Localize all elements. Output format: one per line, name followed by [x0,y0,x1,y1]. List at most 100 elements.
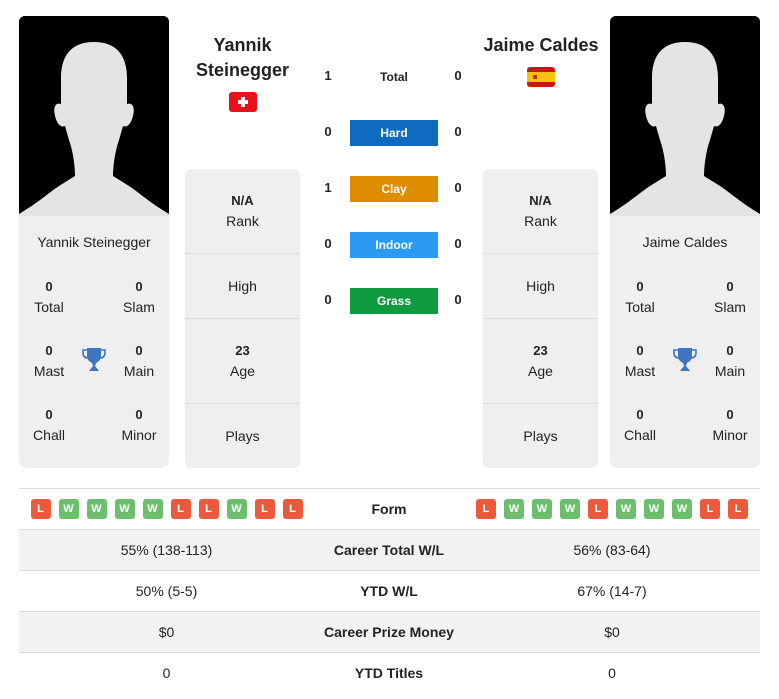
player1-score: 1 [324,68,332,83]
value: 0 [45,407,53,422]
player1-first-name: Yannik [213,35,272,55]
value: 0 [45,279,53,294]
comparison-table: LWWWWLLWLL Form LWWWLWWWLL 55% (138-113)… [19,488,760,693]
form-label: Form [371,501,407,517]
form-win-badge[interactable]: W [672,499,692,519]
value: 0 [45,343,53,358]
form-loss-badge[interactable]: L [588,499,608,519]
player1-titles-card: Yannik Steinegger 0 Total 0 Slam 0 Mast 0 Ma… [19,216,169,468]
form-loss-badge[interactable]: L [254,499,275,519]
form-row: LWWWWLLWLL Form LWWWLWWWLL [19,488,760,529]
form-win-badge[interactable]: W [226,499,247,519]
value: 23 [533,343,548,358]
player2-value: 0 [608,665,616,681]
player2-challenger-titles: 0 Chall [610,405,670,445]
h2h-hard-row: 0 Hard 0 [310,120,475,146]
form-loss-badge[interactable]: L [170,499,191,519]
player1-profile-stats: N/A Rank High 23 Age Plays [185,169,300,468]
h2h-grass-row: 0 Grass 0 [310,288,475,314]
form-win-badge[interactable]: W [58,499,79,519]
player2-titles-card: Jaime Caldes 0 Total 0 Slam 0 Mast 0 Main 0 C… [610,216,760,468]
value: 0 [726,343,734,358]
label: Main [123,363,155,379]
hard-surface-badge: Hard [350,120,438,146]
form-win-badge[interactable]: W [644,499,664,519]
player2-high: High [483,254,598,319]
label: Total [34,299,64,315]
player1-masters-titles: 0 Mast [19,341,79,381]
player1-main-titles: 0 Main [109,341,169,381]
form-loss-badge[interactable]: L [700,499,720,519]
form-loss-badge[interactable]: L [198,499,219,519]
player2-plays: Plays [483,404,598,468]
player1-slam-titles: 0 Slam [109,277,169,317]
player2-full-name: Jaime Caldes [483,35,599,55]
trophy-icon [82,348,106,371]
value: 0 [135,407,143,422]
label: Chall [624,427,656,443]
player1-value: 55% (138-113) [120,542,213,558]
form-win-badge[interactable]: W [560,499,580,519]
form-loss-badge[interactable]: L [476,499,496,519]
form-loss-badge[interactable]: L [728,499,748,519]
form-win-badge[interactable]: W [142,499,163,519]
h2h-total-row: 1 Total 0 [310,64,475,90]
player2-total-titles: 0 Total [610,277,670,317]
row-label: YTD Titles [354,665,424,681]
player1-name: Yannik Steinegger [37,234,151,250]
label: Slam [123,299,155,315]
form-loss-badge[interactable]: L [282,499,303,519]
player1-minor-titles: 0 Minor [109,405,169,445]
player2-score: 0 [454,124,462,139]
form-win-badge[interactable]: W [86,499,107,519]
value: 0 [135,279,143,294]
player1-last-name: Steinegger [195,60,290,80]
table-row-ytd-titles: 0 YTD Titles 0 [19,652,760,693]
label: Rank [524,213,557,229]
spain-flag-icon [527,67,555,87]
player2-header-name[interactable]: Jaime Caldes [470,33,612,58]
surface-label: Total [380,70,408,84]
silhouette-icon [610,16,760,216]
table-row-career-total: 55% (138-113) Career Total W/L 56% (83-6… [19,529,760,570]
table-row-prize-money: $0 Career Prize Money $0 [19,611,760,652]
label: Slam [714,299,746,315]
player1-value: 50% (5-5) [135,583,198,599]
player1-score: 0 [324,236,332,251]
h2h-clay-row: 1 Clay 0 [310,176,475,202]
player2-value: 56% (83-64) [573,542,651,558]
label: Age [230,363,255,379]
label: Main [714,363,746,379]
player2-profile-stats: N/A Rank High 23 Age Plays [483,169,598,468]
switzerland-flag-icon [229,92,257,112]
player1-score: 1 [324,180,332,195]
row-label: YTD W/L [360,583,418,599]
label: Rank [226,213,259,229]
player2-score: 0 [454,180,462,195]
player1-value: 0 [162,665,171,681]
value: 0 [135,343,143,358]
player2-masters-titles: 0 Mast [610,341,670,381]
grass-surface-badge: Grass [350,288,438,314]
value: 0 [636,407,644,422]
player1-total-titles: 0 Total [19,277,79,317]
form-win-badge[interactable]: W [532,499,552,519]
value: 0 [726,407,734,422]
player1-rank: N/A Rank [185,169,300,254]
form-loss-badge[interactable]: L [30,499,51,519]
form-win-badge[interactable]: W [504,499,524,519]
player1-header-name[interactable]: Yannik Steinegger [185,33,300,83]
value: 0 [636,343,644,358]
player1-score: 0 [324,124,332,139]
value: 0 [636,279,644,294]
silhouette-icon [19,16,169,216]
value: N/A [231,193,254,208]
form-win-badge[interactable]: W [114,499,135,519]
player2-age: 23 Age [483,319,598,404]
player2-score: 0 [454,236,462,251]
row-label: Career Total W/L [333,542,445,558]
form-win-badge[interactable]: W [616,499,636,519]
value: 0 [726,279,734,294]
player1-age: 23 Age [185,319,300,404]
player2-score: 0 [454,292,462,307]
